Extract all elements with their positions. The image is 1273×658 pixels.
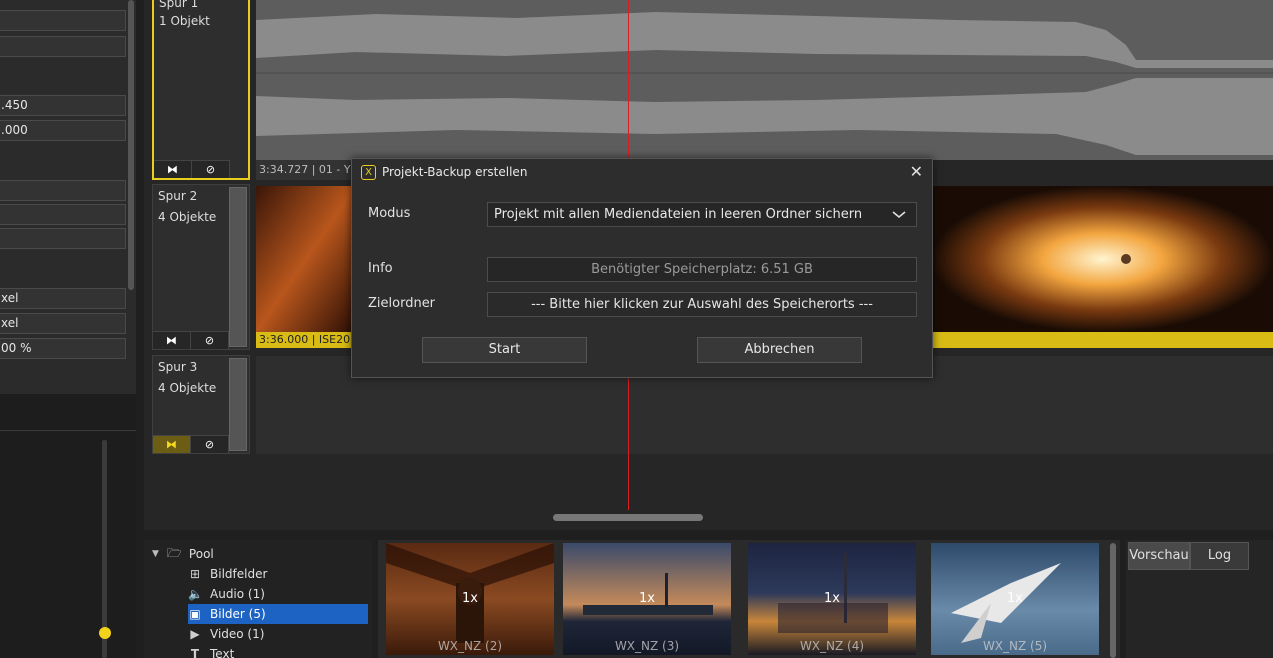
thumbnail-multiplier: 1x [824, 591, 840, 606]
thumbnail-label: WX_NZ (3) [614, 639, 680, 653]
merge-icon: ⧓ [167, 163, 178, 176]
target-folder-label: Zielordner [368, 296, 436, 311]
pool-tree: ▼ 🗁 Pool ⊞ Bildfelder 🔈 Audio (1) ▣ Bild… [144, 540, 372, 658]
dialog-titlebar[interactable]: X Projekt-Backup erstellen ✕ [352, 159, 932, 186]
thumbnail-label: WX_NZ (5) [982, 639, 1048, 653]
video-icon: ▶ [190, 627, 200, 641]
grid-icon: ⊞ [189, 567, 201, 581]
pool-item-label: Bildfelder [210, 567, 268, 581]
pool-item-bilder[interactable]: ▣ Bilder (5) [188, 604, 368, 624]
track-object-count: 4 Objekte [158, 381, 217, 395]
folder-icon: 🗁 [166, 545, 182, 560]
property-field[interactable] [0, 204, 126, 225]
thumbnail[interactable]: 1x WX_NZ (2) [386, 543, 554, 655]
track-mute-button[interactable]: ⊘ [191, 435, 229, 453]
tab-log[interactable]: Log [1190, 542, 1249, 570]
thumbnail[interactable]: 1x WX_NZ (3) [563, 543, 731, 655]
thumbnail-label: WX_NZ (2) [437, 639, 503, 653]
property-field[interactable] [0, 180, 126, 201]
mode-select-value: Projekt mit allen Mediendateien in leere… [494, 207, 863, 222]
app-logo-icon: X [361, 165, 376, 180]
track-level-meter [229, 358, 247, 451]
tab-preview[interactable]: Vorschau [1128, 542, 1190, 570]
track-name: Spur 1 [159, 0, 199, 10]
property-field[interactable]: xel [0, 313, 126, 334]
pool-item-video[interactable]: ▶ Video (1) [188, 624, 368, 644]
audio-clip-label: 3:34.727 | 01 - Y [256, 160, 356, 180]
merge-icon: ⧓ [166, 334, 177, 347]
collapse-arrow-icon[interactable]: ▼ [152, 549, 159, 559]
pool-root[interactable]: ▼ 🗁 Pool [152, 544, 214, 564]
track-header-2[interactable]: Spur 2 4 Objekte ⧓ ⊘ [152, 184, 250, 350]
pool-root-label: Pool [188, 547, 214, 561]
property-field[interactable] [0, 36, 126, 57]
volume-slider-thumb[interactable] [99, 627, 111, 639]
track-merge-button[interactable]: ⧓ [154, 160, 192, 178]
thumbnails-scrollbar[interactable] [1110, 543, 1116, 658]
track-header-1[interactable]: Spur 1 1 Objekt ⧓ ⊘ [152, 0, 250, 180]
thumbnail-multiplier: 1x [462, 591, 478, 606]
dialog-title: Projekt-Backup erstellen [382, 165, 528, 179]
info-label: Info [368, 261, 393, 276]
mute-icon: ⊘ [205, 163, 216, 176]
target-folder-button[interactable]: --- Bitte hier klicken zur Auswahl des S… [487, 292, 917, 317]
track-object-count: 4 Objekte [158, 210, 217, 224]
track-mute-button[interactable]: ⊘ [191, 331, 229, 349]
properties-panel: .450 .000 xel xel 00 % [0, 0, 136, 394]
merge-icon: ⧓ [166, 438, 177, 451]
project-backup-dialog: X Projekt-Backup erstellen ✕ Modus Proje… [351, 158, 933, 378]
info-field: Benötigter Speicherplatz: 6.51 GB [487, 257, 917, 282]
properties-scrollbar[interactable] [128, 0, 134, 290]
track-header-3[interactable]: Spur 3 4 Objekte ⧓ ⊘ [152, 355, 250, 454]
pool-item-text[interactable]: T Text [188, 644, 368, 658]
start-button[interactable]: Start [422, 337, 587, 363]
track-name: Spur 3 [158, 360, 198, 374]
thumbnail[interactable]: 1x WX_NZ (5) [931, 543, 1099, 655]
right-panel: Vorschau Log [1126, 540, 1273, 658]
track-level-meter [229, 187, 247, 347]
mode-label: Modus [368, 206, 411, 221]
chevron-down-icon [892, 203, 906, 234]
track-name: Spur 2 [158, 189, 198, 203]
audio-clip[interactable] [256, 0, 1273, 160]
thumbnail-label: WX_NZ (4) [799, 639, 865, 653]
left-lower-panel [0, 394, 136, 658]
pool-item-label: Text [210, 647, 235, 658]
media-thumbnails: 1x WX_NZ (2) 1x WX_NZ (3) 1x WX_NZ (4) 1… [378, 540, 1120, 658]
property-field[interactable]: .000 [0, 120, 126, 141]
pool-item-label: Audio (1) [210, 587, 265, 601]
pool-item-label: Bilder (5) [210, 607, 266, 621]
track-mute-button[interactable]: ⊘ [192, 160, 230, 178]
thumbnail-multiplier: 1x [1007, 591, 1023, 606]
track-merge-button[interactable]: ⧓ [153, 435, 191, 453]
pool-item-label: Video (1) [210, 627, 265, 641]
pool-item-bildfelder[interactable]: ⊞ Bildfelder [188, 564, 368, 584]
track-object-count: 1 Objekt [159, 14, 210, 28]
pool-item-audio[interactable]: 🔈 Audio (1) [188, 584, 368, 604]
property-field[interactable]: xel [0, 288, 126, 309]
mute-icon: ⊘ [204, 438, 215, 451]
text-icon: T [190, 647, 200, 658]
mute-icon: ⊘ [204, 334, 215, 347]
thumbnail[interactable]: 1x WX_NZ (4) [748, 543, 916, 655]
property-field[interactable]: .450 [0, 95, 126, 116]
track-merge-button[interactable]: ⧓ [153, 331, 191, 349]
timeline-scrollbar[interactable] [553, 514, 703, 521]
cancel-button[interactable]: Abbrechen [697, 337, 862, 363]
image-icon: ▣ [189, 607, 201, 621]
volume-slider-track[interactable] [102, 440, 107, 658]
property-field[interactable]: 00 % [0, 338, 126, 359]
speaker-icon: 🔈 [188, 587, 203, 601]
thumbnail-multiplier: 1x [639, 591, 655, 606]
close-icon[interactable]: ✕ [910, 162, 923, 181]
audio-waveform [256, 0, 1273, 160]
property-field[interactable] [0, 10, 126, 31]
mode-select[interactable]: Projekt mit allen Mediendateien in leere… [487, 202, 917, 227]
property-field[interactable] [0, 228, 126, 249]
